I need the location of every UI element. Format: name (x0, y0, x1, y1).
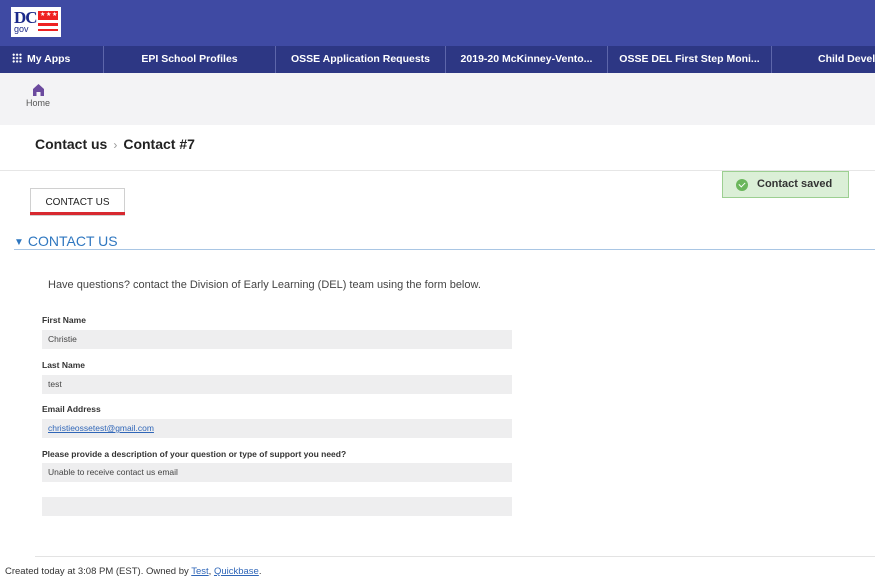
home-label: Home (25, 98, 50, 108)
nav-tab-child-devel[interactable]: Child Devel (772, 46, 875, 73)
nav-tab-epi-school-profiles[interactable]: EPI School Profiles (104, 46, 276, 73)
check-circle-icon (736, 179, 748, 191)
my-apps-label: My Apps (27, 53, 71, 65)
footer-created-text: Created today at 3:08 PM (EST). Owned by (5, 566, 192, 577)
description-label: Please provide a description of your que… (42, 449, 347, 459)
first-name-field[interactable]: Christie (42, 330, 512, 349)
breadcrumb-separator: › (113, 138, 118, 152)
contact-saved-toast: Contact saved (722, 171, 849, 198)
home-icon (32, 84, 44, 96)
breadcrumb-parent-link[interactable]: Contact us (35, 136, 107, 152)
dc-gov-logo[interactable]: DC gov ★ ★ ★ (11, 7, 61, 37)
section-header-toggle[interactable]: ▼ CONTACT US (14, 233, 118, 249)
top-banner: DC gov ★ ★ ★ (0, 0, 875, 46)
home-toolbar: Home (0, 73, 875, 125)
logo-gov-text: gov (14, 24, 29, 34)
footer-period: . (258, 566, 262, 577)
section-intro-text: Have questions? contact the Division of … (48, 279, 481, 291)
record-footer: Created today at 3:08 PM (EST). Owned by… (5, 566, 261, 577)
breadcrumb: Contact us › Contact #7 (35, 136, 195, 152)
app-nav-bar: My Apps EPI School Profiles OSSE Applica… (0, 46, 875, 73)
email-label: Email Address (42, 404, 101, 414)
my-apps-button[interactable]: My Apps (0, 46, 104, 73)
home-button[interactable]: Home (23, 81, 53, 117)
extra-field[interactable] (42, 497, 512, 516)
section-title: CONTACT US (27, 233, 118, 249)
tab-active-indicator (30, 212, 125, 215)
owner-link-test[interactable]: Test (191, 566, 208, 577)
first-name-label: First Name (42, 315, 86, 325)
footer-divider (35, 556, 875, 557)
dc-flag-icon: ★ ★ ★ (38, 11, 58, 31)
email-field[interactable]: christieossetest@gmail.com (42, 419, 512, 438)
chevron-down-icon: ▼ (14, 237, 24, 248)
last-name-label: Last Name (42, 360, 85, 370)
section-divider (14, 249, 875, 250)
apps-grid-icon (12, 53, 22, 63)
breadcrumb-current: Contact #7 (123, 136, 195, 152)
owner-link-quickbase[interactable]: Quickbase (214, 566, 259, 577)
nav-tab-mckinney-vento[interactable]: 2019-20 McKinney-Vento... (446, 46, 608, 73)
nav-tab-osse-del-first-step[interactable]: OSSE DEL First Step Moni... (608, 46, 772, 73)
toast-text: Contact saved (757, 178, 833, 190)
nav-tab-osse-application-requests[interactable]: OSSE Application Requests (276, 46, 446, 73)
last-name-field[interactable]: test (42, 375, 512, 394)
description-field[interactable]: Unable to receive contact us email (42, 463, 512, 482)
